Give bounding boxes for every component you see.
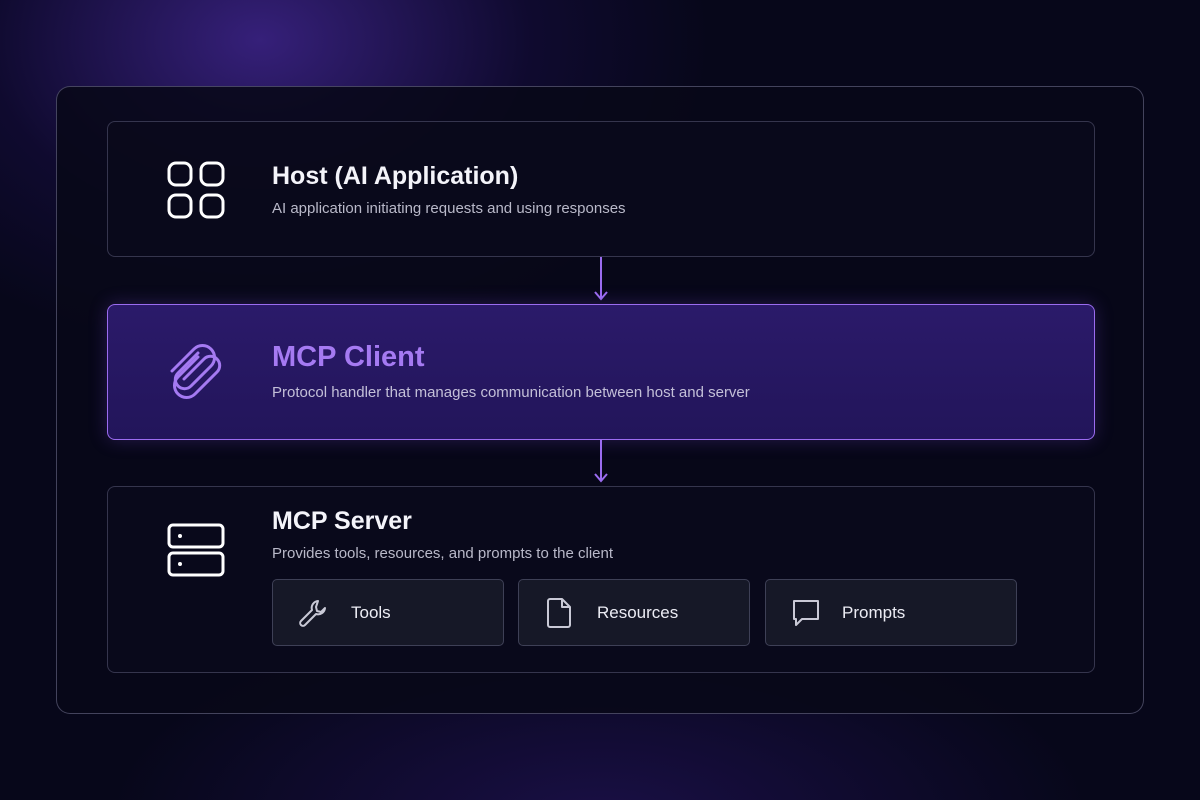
wrench-icon [297,597,329,629]
capability-prompts: Prompts [765,579,1017,646]
client-description: Protocol handler that manages communicat… [272,384,750,401]
server-card: MCP Server Provides tools, resources, an… [107,486,1095,673]
file-icon [543,597,575,629]
capability-resources: Resources [518,579,750,646]
architecture-diagram: Host (AI Application) AI application ini… [56,86,1144,714]
capability-label: Tools [351,602,391,622]
server-description: Provides tools, resources, and prompts t… [272,545,614,562]
grid-icon [164,158,228,222]
arrow-down-icon [594,257,608,301]
host-title: Host (AI Application) [272,162,519,190]
host-card: Host (AI Application) AI application ini… [107,121,1095,257]
capability-label: Prompts [842,602,906,622]
capability-tools: Tools [272,579,504,646]
server-title: MCP Server [272,507,412,535]
client-title: MCP Client [272,341,425,373]
arrow-down-icon [594,439,608,483]
client-card: MCP Client Protocol handler that manages… [107,304,1095,440]
message-icon [790,597,822,629]
paperclip-icon [164,341,228,405]
server-icon [164,518,228,582]
host-description: AI application initiating requests and u… [272,200,626,217]
capability-label: Resources [597,602,679,622]
